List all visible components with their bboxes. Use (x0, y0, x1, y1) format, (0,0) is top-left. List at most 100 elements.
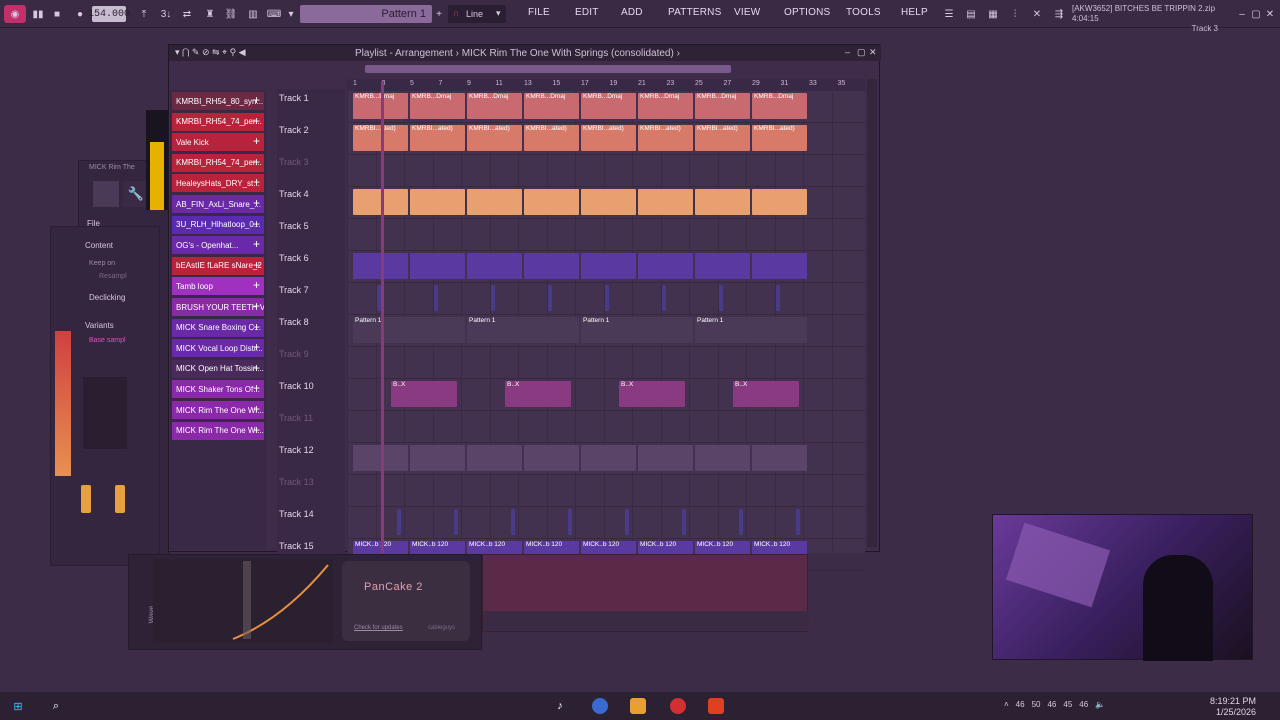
audio-clip[interactable]: B..X (619, 381, 685, 407)
typing-keyboard-icon[interactable]: ⌨ (266, 5, 282, 23)
track-header[interactable]: Track 4 (279, 189, 343, 219)
plugin-icon[interactable]: ✕ (1030, 5, 1044, 23)
channel-item[interactable]: 3U_RLH_Hihatloop_0... + (172, 215, 264, 234)
audio-clip[interactable] (662, 285, 666, 311)
audio-clip[interactable]: KMRB...Dmaj (581, 93, 636, 119)
knob-icon[interactable] (81, 485, 91, 513)
audio-clip[interactable]: Pattern 1 (581, 317, 693, 343)
track-header[interactable]: Track 5 (279, 221, 343, 251)
audio-clip[interactable] (638, 189, 693, 215)
audio-clip[interactable] (638, 253, 693, 279)
channel-add-icon[interactable]: + (253, 217, 260, 231)
close-icon[interactable]: ✕ (1264, 5, 1276, 23)
audio-clip[interactable] (491, 285, 495, 311)
audio-clip[interactable] (752, 253, 807, 279)
chevron-up-icon[interactable]: ˄ (1004, 700, 1009, 709)
waveform-icon[interactable] (93, 181, 119, 207)
audio-clip[interactable] (682, 509, 686, 535)
menu-options[interactable]: OPTIONS (784, 7, 830, 18)
add-pattern-icon[interactable]: + (434, 5, 444, 23)
track-header[interactable]: Track 3 (279, 157, 343, 187)
audio-clip[interactable] (739, 509, 743, 535)
track-header[interactable]: Track 7 (279, 285, 343, 315)
audio-clip[interactable]: KMRBI...ated) (638, 125, 693, 151)
audio-clip[interactable] (548, 285, 552, 311)
channel-add-icon[interactable]: + (253, 361, 260, 375)
horizontal-scrollbar[interactable] (365, 65, 731, 73)
channel-add-icon[interactable]: + (253, 423, 260, 437)
pattern-selector[interactable]: Pattern 1 (300, 5, 432, 23)
channel-item[interactable]: AB_FIN_AxLi_Snare_... + (172, 195, 264, 213)
channel-add-icon[interactable]: + (253, 258, 260, 272)
playhead[interactable] (381, 81, 384, 553)
audio-clip[interactable] (410, 445, 465, 471)
track-header[interactable]: Track 12 (279, 445, 343, 475)
audio-clip[interactable]: KMRBI...ated) (752, 125, 807, 151)
audio-clip[interactable] (397, 509, 401, 535)
channel-add-icon[interactable]: + (253, 402, 260, 416)
audio-clip[interactable] (776, 285, 780, 311)
channel-add-icon[interactable]: + (253, 93, 260, 107)
snap-selector[interactable]: ∩ Line ▾ (448, 5, 506, 23)
channel-item[interactable]: Tamb loop + (172, 277, 264, 296)
browser-icon[interactable]: ⇶ (1052, 5, 1066, 23)
channel-add-icon[interactable]: + (253, 134, 260, 148)
channel-add-icon[interactable]: + (253, 196, 260, 210)
audio-clip[interactable] (467, 445, 522, 471)
track-header[interactable]: Track 9 (279, 349, 343, 379)
app-icon[interactable] (592, 698, 608, 714)
wait-icon[interactable]: ⇄ (180, 5, 194, 23)
audio-clip[interactable] (410, 189, 465, 215)
channel-item[interactable]: KMRBI_RH54_74_per... + (172, 153, 264, 172)
channel-item[interactable]: MICK Vocal Loop Distr... + (172, 339, 264, 358)
channel-item[interactable]: bEAstIE fLaRE sNare_2 + (172, 256, 264, 275)
speaker-icon[interactable]: 🔈 (1095, 700, 1105, 709)
audio-clip[interactable] (511, 509, 515, 535)
channel-add-icon[interactable]: + (253, 114, 260, 128)
audio-clip[interactable]: KMRBI...ated) (581, 125, 636, 151)
track-header[interactable]: Track 14 (279, 509, 343, 539)
minimize-icon[interactable]: – (1236, 5, 1248, 23)
audio-clip[interactable]: Pattern 1 (353, 317, 465, 343)
tempo-display[interactable]: 154.000 (88, 6, 130, 22)
channel-item[interactable]: MICK Open Hat Tossin... + (172, 359, 264, 378)
channel-item[interactable]: KMRBI_RH54_74_per... + (172, 112, 264, 131)
channel-item[interactable]: MICK Rim The One Wi... + (172, 421, 264, 440)
audio-clip[interactable]: KMRB...Dmaj (638, 93, 693, 119)
audio-clip[interactable] (695, 253, 750, 279)
audio-clip[interactable] (581, 189, 636, 215)
tiktok-icon[interactable]: ♪ (552, 698, 568, 714)
resample-option[interactable]: Resampl (99, 273, 127, 280)
audio-clip[interactable] (434, 285, 438, 311)
menu-arrow-icon[interactable]: ▾ (286, 5, 296, 23)
track-header[interactable]: Track 13 (279, 477, 343, 507)
metronome-icon[interactable]: ⤒ (136, 5, 152, 23)
audio-clip[interactable] (695, 189, 750, 215)
audio-clip[interactable]: B..X (733, 381, 799, 407)
close-icon[interactable]: ✕ (869, 47, 877, 58)
channel-item[interactable]: MICK Snare Boxing C... + (172, 318, 264, 337)
audio-clip[interactable]: KMRBI...ated) (410, 125, 465, 151)
audio-clip[interactable] (796, 509, 800, 535)
audio-clip[interactable] (410, 253, 465, 279)
channel-add-icon[interactable]: + (253, 299, 260, 313)
channel-add-icon[interactable]: + (253, 175, 260, 189)
audio-clip[interactable] (467, 189, 522, 215)
audio-clip[interactable] (454, 509, 458, 535)
channel-add-icon[interactable]: + (253, 237, 260, 251)
audio-clip[interactable] (625, 509, 629, 535)
menu-tools[interactable]: TOOLS (846, 7, 881, 18)
base-sample-option[interactable]: Base sampl (89, 337, 126, 344)
pause-icon[interactable]: ▮▮ (30, 5, 46, 23)
channel-item[interactable]: KMRBI_RH54_80_syn... + (172, 92, 264, 110)
track-header[interactable]: Track 10 (279, 381, 343, 411)
piano-icon[interactable]: ▥ (244, 5, 262, 23)
audio-clip[interactable] (581, 253, 636, 279)
track-header[interactable]: Track 2 (279, 125, 343, 155)
audio-clip[interactable] (524, 189, 579, 215)
audio-clip[interactable]: KMRB...Dmaj (467, 93, 522, 119)
channel-add-icon[interactable]: + (253, 320, 260, 334)
audio-clip[interactable] (752, 189, 807, 215)
menu-patterns[interactable]: PATTERNS (668, 7, 721, 18)
channel-add-icon[interactable]: + (253, 278, 260, 292)
